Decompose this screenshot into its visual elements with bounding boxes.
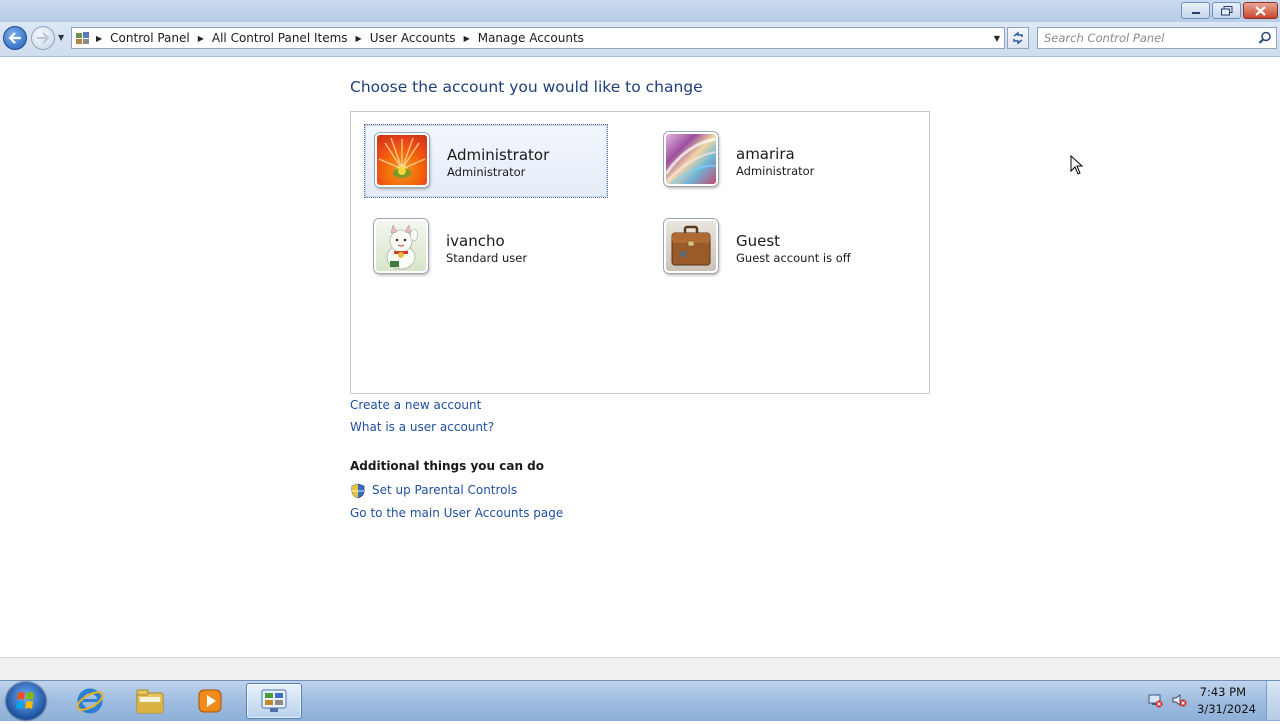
breadcrumb-user-accounts[interactable]: User Accounts (370, 31, 456, 45)
search-icon[interactable] (1258, 31, 1272, 45)
account-type: Guest account is off (736, 251, 851, 265)
main-user-accounts-link[interactable]: Go to the main User Accounts page (350, 506, 563, 520)
taskbar-control-panel[interactable] (246, 683, 302, 719)
clock-date[interactable]: 3/31/2024 (1197, 702, 1256, 716)
refresh-button[interactable] (1007, 27, 1029, 49)
status-bar (0, 657, 1280, 681)
taskbar (0, 680, 1280, 721)
search-input[interactable] (1044, 30, 1249, 46)
back-arrow-icon (8, 32, 21, 44)
close-icon (1255, 5, 1266, 16)
control-panel-icon (261, 689, 287, 712)
flower-avatar-icon (375, 133, 429, 187)
account-name: Guest (736, 232, 781, 250)
taskbar-windows-explorer[interactable] (122, 683, 178, 719)
account-type: Administrator (736, 164, 815, 178)
breadcrumb-chevron-icon[interactable]: ▶ (464, 34, 470, 43)
control-panel-icon (76, 32, 89, 44)
parental-controls-link[interactable]: Set up Parental Controls (372, 483, 517, 497)
account-tile-guest[interactable]: Guest Guest account is off (654, 211, 898, 285)
account-type: Standard user (446, 251, 528, 265)
forward-arrow-icon (37, 32, 50, 44)
minimize-button[interactable] (1181, 2, 1210, 19)
account-name: ivancho (446, 232, 505, 250)
account-type: Administrator (447, 165, 526, 179)
recent-pages-dropdown[interactable]: ▼ (58, 33, 64, 42)
what-is-account-link[interactable]: What is a user account? (350, 420, 494, 434)
create-account-link[interactable]: Create a new account (350, 398, 481, 412)
folder-icon (136, 689, 164, 714)
back-button[interactable] (3, 26, 27, 50)
media-player-icon (198, 689, 222, 713)
breadcrumb-all-items[interactable]: All Control Panel Items (212, 31, 348, 45)
breadcrumb-chevron-icon[interactable]: ▶ (198, 34, 204, 43)
address-dropdown-icon[interactable]: ▼ (994, 34, 1000, 43)
windows-logo-icon (16, 692, 34, 709)
account-tile-ivancho[interactable]: ivancho Standard user (364, 211, 608, 285)
network-error-icon[interactable] (1147, 692, 1163, 708)
restore-icon (1220, 5, 1232, 15)
volume-muted-icon[interactable] (1171, 692, 1187, 708)
abstract-avatar-icon (664, 132, 718, 186)
mouse-cursor-icon (1070, 155, 1084, 175)
taskbar-internet-explorer[interactable] (62, 683, 118, 719)
restore-button[interactable] (1212, 2, 1241, 19)
account-name: Administrator (447, 146, 550, 164)
account-tile-amarira[interactable]: amarira Administrator (654, 124, 898, 198)
address-bar[interactable]: ▶ Control Panel ▶ All Control Panel Item… (71, 27, 1005, 49)
shield-icon (351, 483, 365, 499)
search-box[interactable] (1037, 27, 1277, 49)
breadcrumb-chevron-icon[interactable]: ▶ (356, 34, 362, 43)
minimize-icon (1191, 11, 1200, 14)
taskbar-media-player[interactable] (182, 683, 238, 719)
account-name: amarira (736, 145, 795, 163)
breadcrumb-control-panel[interactable]: Control Panel (110, 31, 190, 45)
close-button[interactable] (1243, 2, 1278, 19)
accounts-list: Administrator Administrator amarira Admi… (350, 111, 930, 394)
start-button[interactable] (6, 682, 46, 720)
breadcrumb-chevron-icon[interactable]: ▶ (96, 34, 102, 43)
show-desktop-button[interactable] (1266, 681, 1280, 720)
forward-button[interactable] (31, 26, 55, 50)
briefcase-avatar-icon (664, 219, 718, 273)
clock-time[interactable]: 7:43 PM (1200, 685, 1246, 699)
page-title: Choose the account you would like to cha… (350, 78, 703, 96)
lucky-cat-avatar-icon (374, 219, 428, 273)
account-tile-administrator[interactable]: Administrator Administrator (364, 124, 608, 198)
title-bar (0, 0, 1280, 22)
refresh-icon (1013, 31, 1023, 45)
breadcrumb-manage-accounts[interactable]: Manage Accounts (478, 31, 584, 45)
breadcrumb: ▶ Control Panel ▶ All Control Panel Item… (94, 28, 584, 48)
additional-tasks-heading: Additional things you can do (350, 459, 545, 473)
internet-explorer-icon (76, 688, 104, 714)
